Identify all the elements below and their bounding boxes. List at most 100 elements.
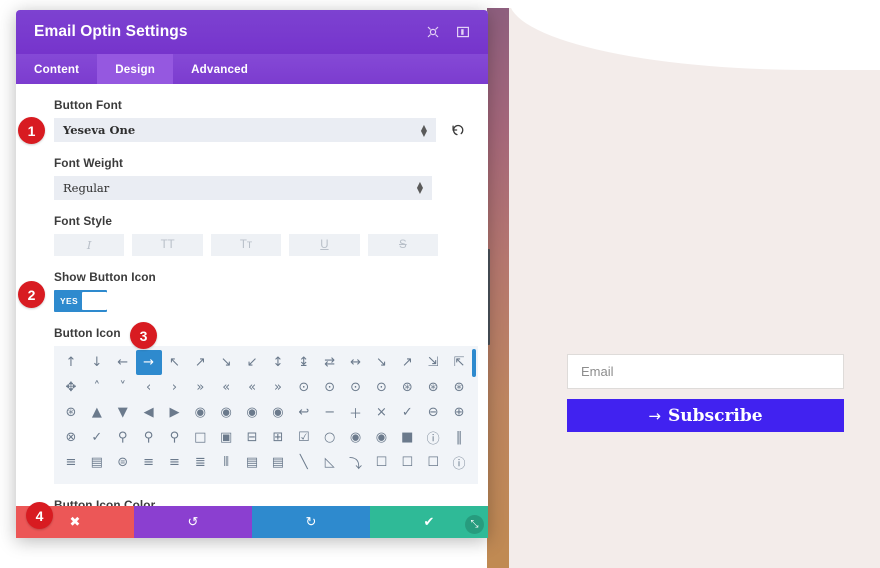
icon-option-57[interactable]: ☑ xyxy=(291,425,317,450)
button-font-select[interactable]: Yeseva One ▲ ▼ xyxy=(54,118,436,142)
icon-option-25[interactable]: ⊙ xyxy=(291,375,317,400)
icon-option-13[interactable]: ↗ xyxy=(394,350,420,375)
icon-option-74[interactable]: ◺ xyxy=(317,450,343,475)
strikethrough-button[interactable]: S xyxy=(367,234,439,256)
icon-option-51[interactable]: ⚲ xyxy=(136,425,162,450)
icon-option-42[interactable]: − xyxy=(317,400,343,425)
icon-option-14[interactable]: ⇲ xyxy=(420,350,446,375)
icon-option-38[interactable]: ◉ xyxy=(213,400,239,425)
icon-option-28[interactable]: ⊙ xyxy=(369,375,395,400)
icon-option-12[interactable]: ↘ xyxy=(369,350,395,375)
icon-option-8[interactable]: ↕ xyxy=(265,350,291,375)
icon-option-10[interactable]: ⇄ xyxy=(317,350,343,375)
font-weight-select[interactable]: Regular ▲ ▼ xyxy=(54,176,432,200)
icon-option-9[interactable]: ↨ xyxy=(291,350,317,375)
icon-option-59[interactable]: ◉ xyxy=(343,425,369,450)
icon-option-69[interactable]: ≣ xyxy=(187,450,213,475)
icon-option-21[interactable]: » xyxy=(187,375,213,400)
icon-option-68[interactable]: ≡ xyxy=(162,450,188,475)
icon-option-75[interactable]: ⤵ xyxy=(343,450,369,475)
icon-option-20[interactable]: › xyxy=(162,375,188,400)
icon-option-26[interactable]: ⊙ xyxy=(317,375,343,400)
icon-option-5[interactable]: ↗ xyxy=(187,350,213,375)
layout-toggle-icon[interactable] xyxy=(452,21,474,43)
subscribe-button[interactable]: → Subscribe xyxy=(567,399,844,432)
tab-content[interactable]: Content xyxy=(16,54,97,84)
icon-option-44[interactable]: × xyxy=(369,400,395,425)
icon-option-15[interactable]: ⇱ xyxy=(446,350,472,375)
icon-option-16[interactable]: ✥ xyxy=(58,375,84,400)
icon-option-79[interactable]: ⓘ xyxy=(446,450,472,475)
icon-option-39[interactable]: ◉ xyxy=(239,400,265,425)
icon-option-72[interactable]: ▤ xyxy=(265,450,291,475)
icon-option-76[interactable]: ☐ xyxy=(369,450,395,475)
undo-button[interactable]: ↺ xyxy=(134,506,252,538)
icon-option-22[interactable]: « xyxy=(213,375,239,400)
icon-option-23[interactable]: « xyxy=(239,375,265,400)
icon-option-67[interactable]: ≡ xyxy=(136,450,162,475)
icon-option-1[interactable]: ↓ xyxy=(84,350,110,375)
icon-option-53[interactable]: □ xyxy=(187,425,213,450)
icon-option-11[interactable]: ↔ xyxy=(343,350,369,375)
email-input[interactable]: Email xyxy=(567,354,844,389)
small-caps-button[interactable]: Tᴛ xyxy=(210,234,282,256)
uppercase-button[interactable]: TT xyxy=(132,234,203,256)
icon-option-6[interactable]: ↘ xyxy=(213,350,239,375)
icon-option-62[interactable]: ⓘ xyxy=(420,425,446,450)
icon-option-73[interactable]: ╲ xyxy=(291,450,317,475)
icon-option-27[interactable]: ⊙ xyxy=(343,375,369,400)
icon-option-2[interactable]: ← xyxy=(110,350,136,375)
icon-option-0[interactable]: ↑ xyxy=(58,350,84,375)
icon-option-3[interactable]: → xyxy=(135,350,162,375)
icon-option-77[interactable]: ☐ xyxy=(394,450,420,475)
tab-design[interactable]: Design xyxy=(97,54,174,84)
resize-handle[interactable]: ⤡ xyxy=(465,515,484,534)
icon-option-50[interactable]: ⚲ xyxy=(110,425,136,450)
icon-option-55[interactable]: ⊟ xyxy=(239,425,265,450)
icon-option-32[interactable]: ⊛ xyxy=(58,400,84,425)
icon-option-63[interactable]: ‖ xyxy=(446,425,472,450)
icon-option-30[interactable]: ⊛ xyxy=(420,375,446,400)
icon-option-35[interactable]: ◀ xyxy=(136,400,162,425)
show-button-icon-toggle[interactable]: YES xyxy=(54,290,107,312)
icon-option-33[interactable]: ▲ xyxy=(84,400,110,425)
icon-option-43[interactable]: ＋ xyxy=(343,400,369,425)
icon-option-71[interactable]: ▤ xyxy=(239,450,265,475)
fullscreen-icon[interactable] xyxy=(422,21,444,43)
icon-option-78[interactable]: ☐ xyxy=(420,450,446,475)
icon-option-41[interactable]: ↩ xyxy=(291,400,317,425)
redo-button[interactable]: ↻ xyxy=(252,506,370,538)
underline-button[interactable]: U xyxy=(289,234,360,256)
icon-option-54[interactable]: ▣ xyxy=(213,425,239,450)
icon-option-58[interactable]: ○ xyxy=(317,425,343,450)
italic-button[interactable]: I xyxy=(54,234,125,256)
icon-option-52[interactable]: ⚲ xyxy=(162,425,188,450)
icon-grid-scrollbar[interactable] xyxy=(472,349,476,377)
icon-option-56[interactable]: ⊞ xyxy=(265,425,291,450)
icon-option-36[interactable]: ▶ xyxy=(162,400,188,425)
icon-option-37[interactable]: ◉ xyxy=(187,400,213,425)
icon-option-24[interactable]: » xyxy=(265,375,291,400)
icon-option-46[interactable]: ⊖ xyxy=(420,400,446,425)
tab-advanced[interactable]: Advanced xyxy=(173,54,266,84)
icon-option-34[interactable]: ▼ xyxy=(110,400,136,425)
icon-option-64[interactable]: ≡ xyxy=(58,450,84,475)
icon-option-29[interactable]: ⊛ xyxy=(394,375,420,400)
icon-option-18[interactable]: ˅ xyxy=(110,375,136,400)
icon-option-45[interactable]: ✓ xyxy=(394,400,420,425)
icon-option-17[interactable]: ˄ xyxy=(84,375,110,400)
icon-option-66[interactable]: ⊜ xyxy=(110,450,136,475)
icon-option-70[interactable]: ⫴ xyxy=(213,450,239,475)
button-font-reset-icon[interactable] xyxy=(448,123,466,137)
icon-option-31[interactable]: ⊛ xyxy=(446,375,472,400)
icon-option-4[interactable]: ↖ xyxy=(162,350,188,375)
icon-option-7[interactable]: ↙ xyxy=(239,350,265,375)
icon-option-49[interactable]: ✓ xyxy=(84,425,110,450)
icon-option-40[interactable]: ◉ xyxy=(265,400,291,425)
icon-option-61[interactable]: ■ xyxy=(394,425,420,450)
icon-option-60[interactable]: ◉ xyxy=(369,425,395,450)
icon-option-65[interactable]: ▤ xyxy=(84,450,110,475)
icon-option-47[interactable]: ⊕ xyxy=(446,400,472,425)
icon-option-48[interactable]: ⊗ xyxy=(58,425,84,450)
icon-option-19[interactable]: ‹ xyxy=(136,375,162,400)
